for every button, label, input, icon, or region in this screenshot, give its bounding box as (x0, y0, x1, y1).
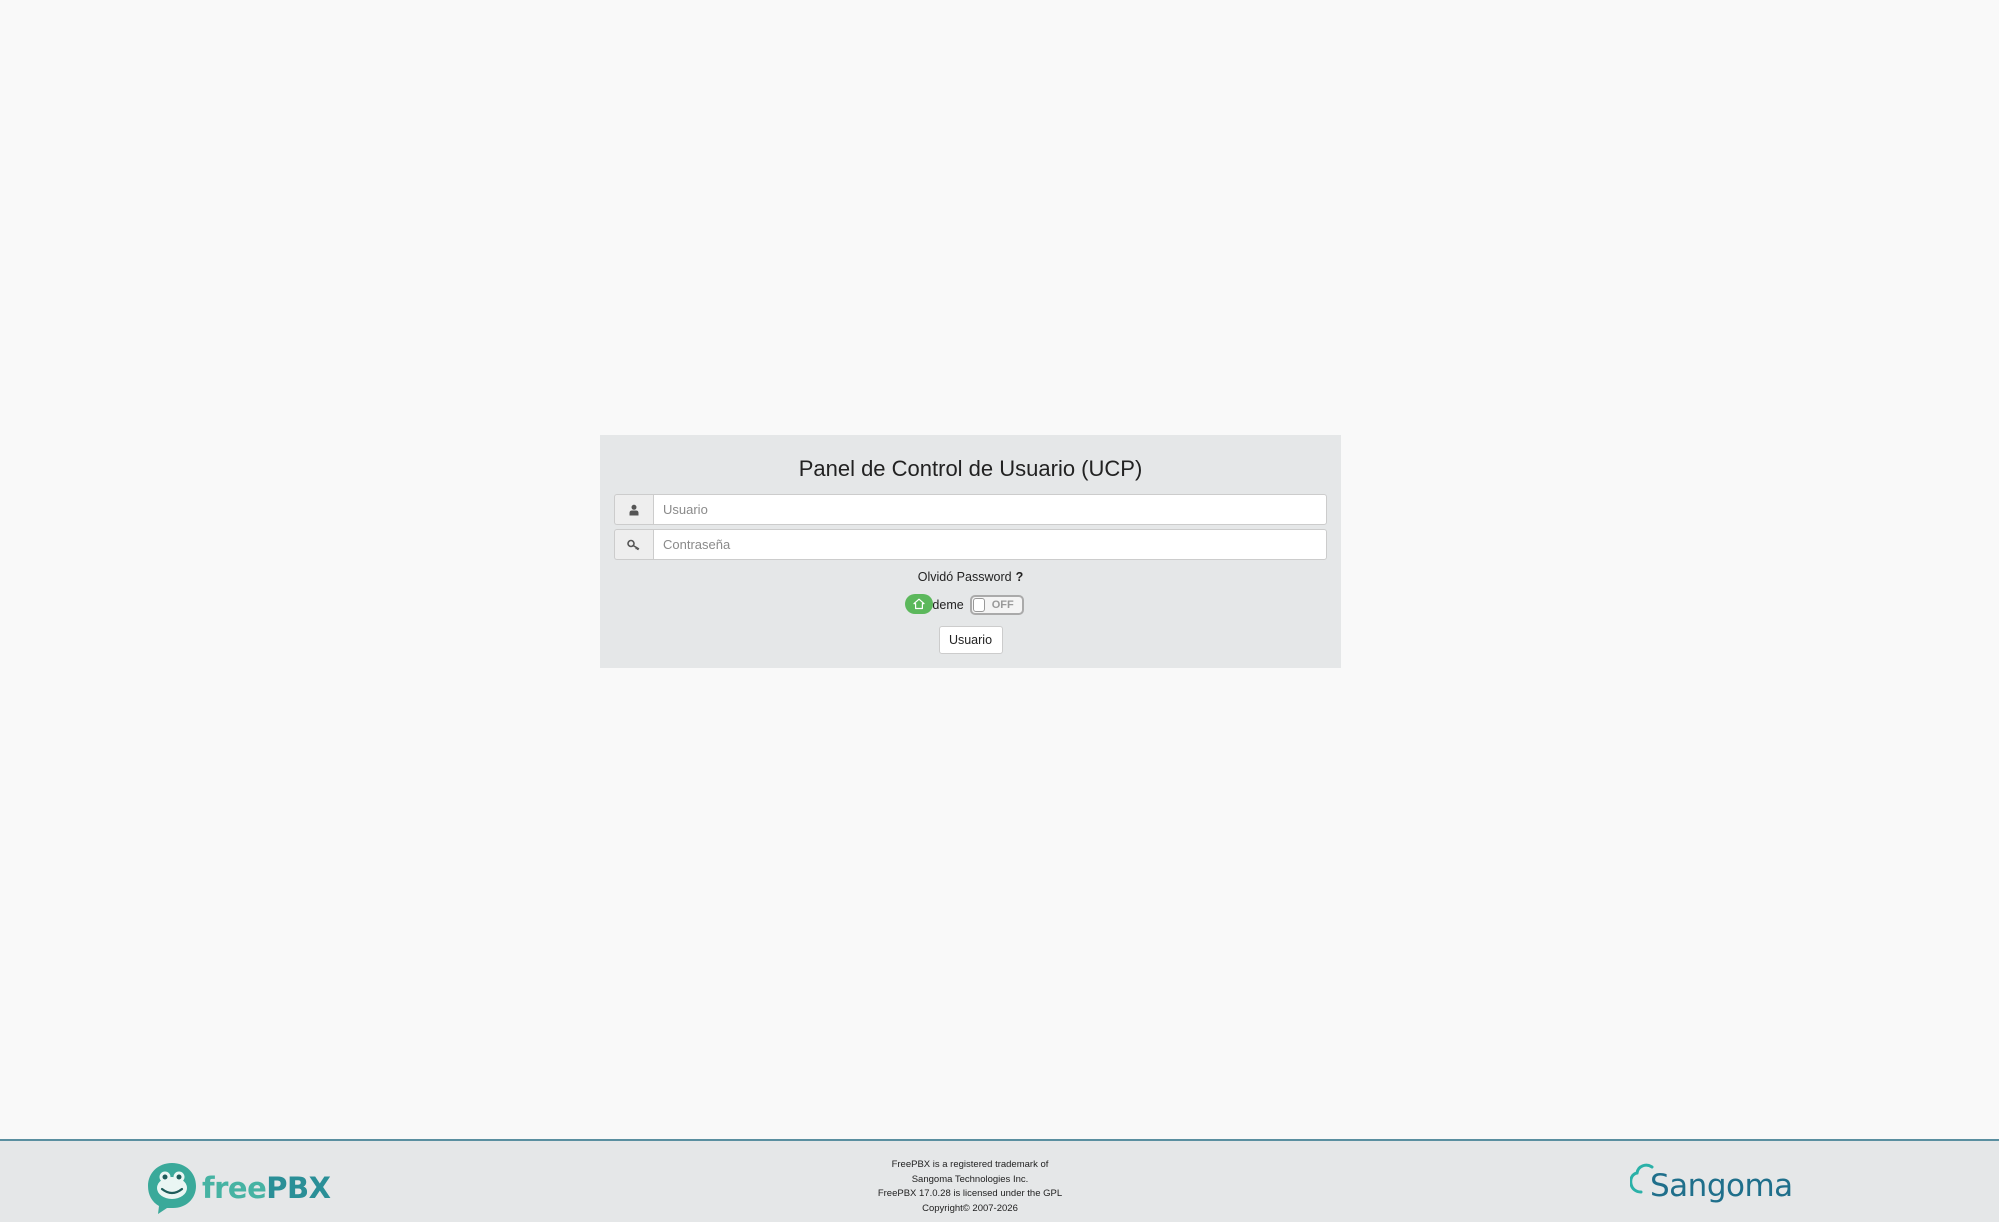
user-icon (614, 494, 653, 525)
footer-line: Copyright© 2007-2026 (922, 1202, 1018, 1214)
footer-line: Sangoma Technologies Inc. (911, 1173, 1029, 1185)
footer: freePBX FreePBX is a registered trademar… (0, 1139, 1999, 1222)
sangoma-logo[interactable]: Sangoma (1630, 1157, 1793, 1203)
freepbx-wordmark: freePBX (202, 1171, 331, 1205)
forgot-password-label: Olvidó Password (917, 570, 1012, 584)
page-title: Panel de Control de Usuario (UCP) (798, 456, 1143, 481)
forgot-password-link[interactable]: Olvidó Password? (918, 570, 1023, 584)
freepbx-frog-icon (148, 1163, 196, 1214)
password-input[interactable] (653, 529, 1327, 560)
toggle-state-text: OFF (991, 599, 1014, 611)
remember-me-toggle[interactable]: OFF (969, 595, 1024, 615)
key-icon (614, 529, 653, 560)
submit-row: Usuario (614, 626, 1327, 654)
sangoma-wordmark: Sangoma (1650, 1168, 1793, 1204)
login-panel: Panel de Control de Usuario (UCP) Olvidó… (600, 435, 1341, 668)
freepbx-logo[interactable]: freePBX (146, 1161, 331, 1215)
username-input[interactable] (653, 494, 1327, 525)
toggle-knob (972, 598, 985, 612)
footer-line: FreePBX 17.0.28 is licensed under the GP… (877, 1188, 1063, 1199)
password-input-group (614, 529, 1327, 560)
username-input-group (614, 494, 1327, 525)
remember-me-label: erdeme (905, 594, 964, 616)
home-badge-icon[interactable] (905, 594, 934, 614)
footer-line: FreePBX is a registered trademark of (891, 1159, 1049, 1170)
question-mark-icon: ? (1015, 570, 1024, 584)
remember-me-row: erdeme OFF (614, 594, 1327, 616)
footer-legal-text: FreePBX is a registered trademark of San… (830, 1158, 1110, 1216)
login-button[interactable]: Usuario (938, 626, 1003, 654)
forgot-password-row: Olvidó Password? (614, 568, 1327, 586)
